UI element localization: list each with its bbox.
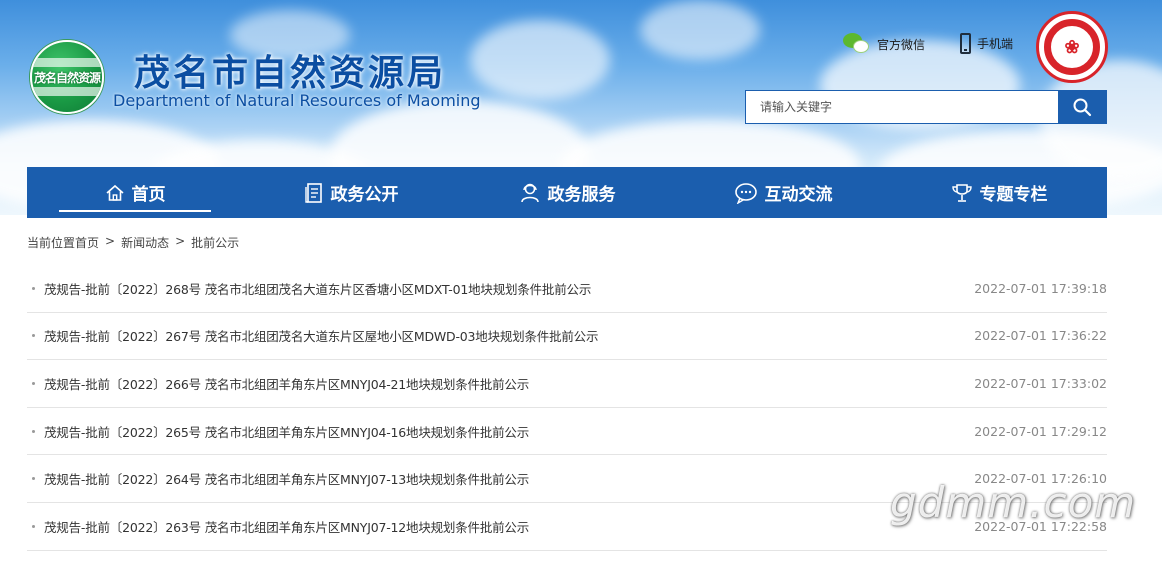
search-icon <box>1073 98 1092 117</box>
bullet-icon <box>32 429 35 433</box>
bullet-icon <box>32 477 35 481</box>
list-item-title[interactable]: 茂规告-批前〔2022〕268号 茂名市北组团茂名大道东片区香塘小区MDXT-0… <box>44 279 591 298</box>
site-subtitle: Department of Natural Resources of Maomi… <box>113 91 481 110</box>
breadcrumb-item-news[interactable]: 新闻动态 <box>121 234 169 251</box>
list-item-date: 2022-07-01 17:36:22 <box>974 328 1107 344</box>
list-item-title[interactable]: 茂规告-批前〔2022〕267号 茂名市北组团茂名大道东片区屋地小区MDWD-0… <box>44 326 598 345</box>
nav-item-gov-affairs[interactable]: 政务公开 <box>243 167 459 218</box>
home-icon <box>105 184 124 201</box>
chat-bubble-icon <box>734 182 757 204</box>
search-bar <box>745 90 1107 124</box>
search-input[interactable] <box>746 91 1058 123</box>
breadcrumb-separator: > <box>175 234 186 248</box>
list-item[interactable]: 茂规告-批前〔2022〕266号 茂名市北组团羊角东片区MNYJ04-21地块规… <box>27 360 1107 408</box>
list-item[interactable]: 茂规告-批前〔2022〕268号 茂名市北组团茂名大道东片区香塘小区MDXT-0… <box>27 265 1107 313</box>
breadcrumb-prefix: 当前位置 <box>27 236 76 250</box>
bullet-icon <box>32 524 35 528</box>
nav-item-label: 首页 <box>131 185 166 205</box>
nav-item-label: 政务服务 <box>547 185 616 205</box>
nav-item-interaction[interactable]: 互动交流 <box>675 167 891 218</box>
list-item-date: 2022-07-01 17:33:02 <box>974 375 1107 391</box>
bullet-icon <box>32 381 35 385</box>
wechat-link-label: 官方微信 <box>877 37 926 52</box>
site-watermark: gdmm.com <box>890 478 1137 527</box>
logo-band <box>32 87 102 96</box>
nav-item-home[interactable]: 首页 <box>27 167 243 218</box>
nav-item-gov-services[interactable]: 政务服务 <box>459 167 675 218</box>
list-item-title[interactable]: 茂规告-批前〔2022〕264号 茂名市北组团羊角东片区MNYJ07-13地块规… <box>44 469 529 488</box>
nav-item-label: 政务公开 <box>330 185 399 205</box>
bureau-logo[interactable]: 茂名自然资源 <box>30 40 104 114</box>
breadcrumb-item-current[interactable]: 批前公示 <box>191 234 239 251</box>
nav-item-label: 专题专栏 <box>979 185 1048 205</box>
wechat-link[interactable]: 官方微信 <box>843 33 925 55</box>
trophy-icon <box>951 183 972 202</box>
list-item[interactable]: 茂规告-批前〔2022〕265号 茂名市北组团羊角东片区MNYJ04-16地块规… <box>27 408 1107 456</box>
main-nav: 首页 政务公开 政务服务 互动交流 专题专栏 <box>27 167 1107 218</box>
mobile-link[interactable]: 手机端 <box>960 33 1013 54</box>
breadcrumb-separator: > <box>105 234 116 248</box>
city-emblem-icon: ❀ <box>1036 11 1108 83</box>
nav-item-label: 互动交流 <box>764 185 833 205</box>
list-item-title[interactable]: 茂规告-批前〔2022〕265号 茂名市北组团羊角东片区MNYJ04-16地块规… <box>44 422 529 441</box>
breadcrumb-item-home[interactable]: 首页 <box>75 234 99 251</box>
list-item-date: 2022-07-01 17:39:18 <box>974 280 1107 296</box>
nav-item-special-topics[interactable]: 专题专栏 <box>891 167 1107 218</box>
mobile-link-label: 手机端 <box>977 37 1014 51</box>
list-item[interactable]: 茂规告-批前〔2022〕267号 茂名市北组团茂名大道东片区屋地小区MDWD-0… <box>27 313 1107 361</box>
list-item-title[interactable]: 茂规告-批前〔2022〕263号 茂名市北组团羊角东片区MNYJ07-12地块规… <box>44 517 529 536</box>
wechat-icon <box>843 33 871 55</box>
document-icon <box>304 182 322 203</box>
search-button[interactable] <box>1058 91 1106 123</box>
list-item-title[interactable]: 茂规告-批前〔2022〕266号 茂名市北组团羊角东片区MNYJ04-21地块规… <box>44 374 529 393</box>
mobile-phone-icon <box>960 33 971 54</box>
breadcrumb: 当前位置 首页 > 新闻动态 > 批前公示 <box>27 234 239 251</box>
bullet-icon <box>32 286 35 290</box>
service-person-icon <box>520 183 539 202</box>
logo-band <box>32 58 102 67</box>
logo-seal-text: 茂名自然资源 <box>33 70 101 85</box>
bullet-icon <box>32 334 35 338</box>
list-item-date: 2022-07-01 17:29:12 <box>974 423 1107 439</box>
site-title[interactable]: 茂名市自然资源局 <box>134 44 446 96</box>
